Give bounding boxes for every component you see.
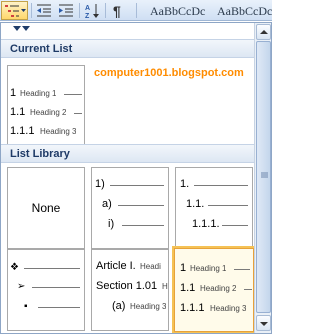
scroll-up-button[interactable]	[256, 24, 271, 40]
list-number: 1.	[180, 178, 190, 190]
list-number: (a)	[112, 300, 126, 312]
heading-line	[118, 205, 164, 206]
list-style-heading[interactable]: 1 Heading 1 1.1 Heading 2 1.1.1 Heading …	[172, 246, 256, 333]
heading-label: Heading 1	[190, 264, 227, 273]
toolbar-separator	[31, 3, 32, 18]
list-number: 1.1.1	[180, 302, 205, 314]
list-style-decimal[interactable]: 1. 1.1. 1.1.1.	[175, 167, 253, 249]
list-row: 1.1 Heading 2	[8, 105, 84, 119]
list-number: 1.1	[180, 282, 196, 294]
style-preview-1[interactable]: AaBbCcDc	[150, 4, 205, 19]
heading-line	[194, 185, 248, 186]
list-style-paren[interactable]: 1) a) i)	[91, 167, 169, 249]
watermark-text: computer1001.blogspot.com	[94, 67, 244, 79]
heading-line	[244, 289, 252, 290]
gallery-body: Current List 1 Heading 1 1.1 Heading 2 1…	[1, 23, 256, 333]
heading-label: Heading 3	[210, 304, 247, 313]
sort-az-icon: A Z	[85, 4, 99, 19]
arrow-bullet-icon: ➢	[17, 281, 26, 292]
chevron-down-icon	[260, 322, 268, 326]
chevron-up-icon	[260, 30, 268, 34]
current-list-header: Current List	[1, 39, 254, 58]
pilcrow-icon: ¶	[113, 3, 121, 19]
list-number: Article I.	[96, 260, 136, 272]
list-number: Section 1.01	[96, 280, 158, 292]
square-bullet-icon: ▪	[24, 301, 28, 312]
svg-text:A: A	[85, 5, 90, 12]
decrease-indent-button[interactable]	[34, 1, 54, 20]
increase-indent-button[interactable]	[56, 1, 76, 20]
vertical-scrollbar[interactable]	[254, 23, 271, 333]
svg-text:¶: ¶	[113, 3, 121, 19]
list-row: 1 Heading 1	[8, 86, 84, 100]
list-number: 1	[10, 87, 17, 99]
current-list-tile[interactable]: 1 Heading 1 1.1 Heading 2 1.1.1 Heading …	[7, 65, 85, 147]
list-row: 1.1.1 Heading 3	[8, 124, 84, 138]
heading-line	[74, 113, 82, 114]
gallery-dropdown-indicator	[11, 23, 31, 35]
heading-line	[32, 287, 80, 288]
ribbon-toolbar: A Z ¶ AaBbCcDc AaBbCcDc	[0, 0, 272, 21]
list-number: 1.1	[10, 106, 26, 118]
style-preview-2[interactable]: AaBbCcDc	[217, 4, 272, 19]
heading-line	[208, 205, 248, 206]
heading-line	[110, 185, 164, 186]
chevron-down-icon	[13, 26, 30, 31]
heading-line	[122, 225, 164, 226]
list-number: 1.1.	[186, 198, 205, 210]
heading-label: Heading 2	[30, 108, 67, 117]
heading-line	[234, 269, 250, 270]
toolbar-separator	[105, 3, 106, 18]
list-number: 1)	[95, 178, 105, 190]
multilevel-list-icon	[5, 5, 26, 17]
scroll-down-button[interactable]	[256, 315, 271, 331]
heading-label: Heading 3	[130, 302, 167, 311]
multilevel-list-gallery: Current List 1 Heading 1 1.1 Heading 2 1…	[0, 22, 272, 334]
scroll-thumb[interactable]	[256, 41, 271, 313]
list-number: i)	[108, 218, 115, 230]
decrease-indent-icon	[37, 4, 51, 17]
svg-text:Z: Z	[85, 13, 90, 19]
list-library-header: List Library	[1, 144, 254, 163]
heading-label: H	[162, 282, 168, 291]
list-style-article[interactable]: Article I. Headi Section 1.01 H (a) Head…	[91, 249, 169, 331]
none-label: None	[31, 201, 61, 215]
list-style-none[interactable]: None	[7, 167, 85, 249]
list-number: 1	[180, 262, 187, 274]
multilevel-list-button[interactable]	[1, 1, 28, 20]
heading-line	[24, 268, 80, 269]
heading-label: Heading 3	[40, 127, 77, 136]
increase-indent-icon	[59, 4, 73, 17]
sort-button[interactable]: A Z	[82, 1, 102, 20]
list-style-bullets[interactable]: ❖ ➢ ▪	[7, 249, 85, 331]
list-number: a)	[102, 198, 112, 210]
heading-label: Heading 1	[20, 89, 57, 98]
list-number: 1.1.1	[10, 125, 35, 137]
toolbar-separator	[136, 3, 137, 18]
heading-label: Heading 2	[200, 284, 237, 293]
heading-label: Headi	[140, 262, 161, 271]
heading-line	[38, 307, 80, 308]
list-number: 1.1.1.	[192, 218, 220, 230]
grip-icon	[261, 172, 268, 178]
show-hide-button[interactable]: ¶	[108, 1, 128, 20]
diamond-bullet-icon: ❖	[10, 262, 19, 273]
toolbar-separator	[79, 3, 80, 18]
heading-line	[222, 225, 248, 226]
heading-line	[64, 94, 82, 95]
